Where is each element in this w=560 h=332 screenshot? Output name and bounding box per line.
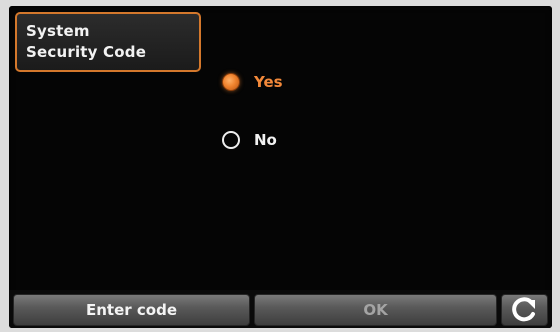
option-yes-label: Yes	[254, 73, 283, 91]
enter-code-button[interactable]: Enter code	[13, 294, 250, 326]
breadcrumb-section: System	[26, 22, 90, 40]
back-arrow-icon	[511, 297, 535, 322]
back-button[interactable]	[501, 294, 548, 326]
breadcrumb-title: System Security Code	[15, 12, 201, 72]
ok-button[interactable]: OK	[254, 294, 497, 326]
page-title: Security Code	[26, 43, 147, 61]
screen: System Security Code Yes No Enter code O…	[9, 6, 552, 328]
option-no[interactable]: No	[222, 131, 277, 149]
radio-selected-icon[interactable]	[222, 73, 240, 91]
bottom-toolbar: Enter code OK	[9, 290, 552, 328]
radio-unselected-icon[interactable]	[222, 131, 240, 149]
option-no-label: No	[254, 131, 277, 149]
device-frame: System Security Code Yes No Enter code O…	[0, 0, 560, 332]
option-yes[interactable]: Yes	[222, 73, 283, 91]
